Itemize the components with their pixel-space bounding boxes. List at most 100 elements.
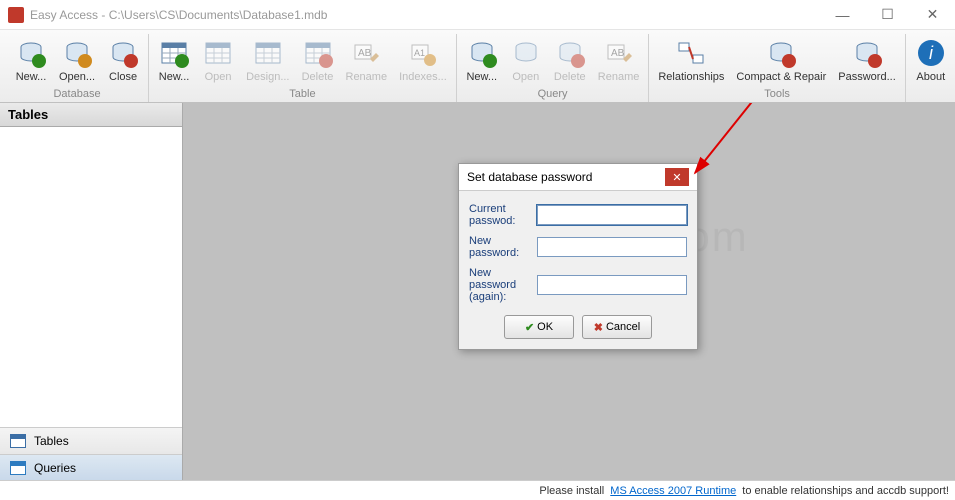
ok-button[interactable]: ✔OK	[504, 315, 574, 339]
content-area: anxz.com Set database password ✕ Current…	[183, 103, 955, 481]
ribbon-button-label: Relationships	[658, 71, 724, 83]
status-prefix: Please install	[539, 485, 604, 497]
cross-icon: ✖	[594, 321, 603, 334]
current-password-label: Current passwod:	[469, 203, 537, 227]
tool-compact-button[interactable]: 2 32"> Compact & Repair	[731, 34, 831, 86]
sidebar-header: Tables	[0, 103, 182, 127]
current-password-input[interactable]	[537, 205, 687, 225]
ribbon-button-label: Password...	[838, 71, 895, 83]
tool-password-button[interactable]: 2 32"> Password...	[833, 34, 900, 86]
db-open-icon: 2 32">	[61, 37, 93, 69]
tbl-open-button: Open	[197, 34, 239, 86]
ribbon-button-label: Design...	[246, 71, 289, 83]
app-icon	[8, 7, 24, 23]
tbl-new-icon: 2 32">	[158, 37, 190, 69]
table-icon	[10, 434, 26, 448]
tool-rel-button[interactable]: Relationships	[653, 34, 729, 86]
qry-delete-icon: 2 32">	[554, 37, 586, 69]
tbl-design-button: Design...	[241, 34, 294, 86]
ribbon-group-label: Database	[53, 88, 100, 100]
tbl-rename-icon: AB	[350, 37, 382, 69]
ribbon-button-label: Open...	[59, 71, 95, 83]
sidebar-tab-queries[interactable]: Queries	[0, 454, 182, 481]
tbl-delete-button: 2 32"> Delete	[297, 34, 339, 86]
ribbon-button-label: New...	[16, 71, 47, 83]
db-close-icon: 2 32">	[107, 37, 139, 69]
qry-delete-button: 2 32"> Delete	[549, 34, 591, 86]
ribbon-group-database: 2 32"> New... 2 32"> Open... 2 32"> Close Data…	[6, 34, 149, 102]
tbl-indexes-button: A1 Indexes...	[394, 34, 452, 86]
sidebar-tabs: Tables Queries	[0, 427, 182, 481]
db-open-button[interactable]: 2 32"> Open...	[54, 34, 100, 86]
about-icon: i	[915, 37, 947, 69]
sidebar-tab-label: Queries	[34, 461, 76, 475]
ribbon-button-label: Delete	[554, 71, 586, 83]
query-icon	[10, 461, 26, 475]
qry-open-button: Open	[505, 34, 547, 86]
db-new-button[interactable]: 2 32"> New...	[10, 34, 52, 86]
qry-open-icon	[510, 37, 542, 69]
again-password-label: New password (again):	[469, 267, 537, 303]
help-about-button[interactable]: i About	[910, 34, 952, 86]
sidebar-tab-label: Tables	[34, 434, 69, 448]
db-close-button[interactable]: 2 32"> Close	[102, 34, 144, 86]
ribbon-button-label: Indexes...	[399, 71, 447, 83]
qry-new-button[interactable]: 2 32"> New...	[461, 34, 503, 86]
ribbon-button-label: Rename	[598, 71, 640, 83]
tbl-indexes-icon: A1	[407, 37, 439, 69]
minimize-button[interactable]: —	[820, 0, 865, 30]
check-icon: ✔	[525, 321, 534, 334]
dialog-body: Current passwod: New password: New passw…	[459, 191, 697, 349]
sidebar: Tables Tables Queries	[0, 103, 183, 481]
ribbon-group-query: 2 32"> New... Open 2 32"> Delete AB Rename Quer…	[457, 34, 650, 102]
qry-new-icon: 2 32">	[466, 37, 498, 69]
tbl-delete-icon: 2 32">	[302, 37, 334, 69]
status-suffix: to enable relationships and accdb suppor…	[742, 485, 949, 497]
again-password-input[interactable]	[537, 275, 687, 295]
password-icon: 2 32">	[851, 37, 883, 69]
password-dialog: Set database password ✕ Current passwod:…	[458, 163, 698, 350]
cancel-button[interactable]: ✖Cancel	[582, 315, 652, 339]
ribbon-group-table: 2 32"> New... Open Design... 2 32"> Delete AB R…	[149, 34, 457, 102]
ribbon-button-label: Rename	[346, 71, 388, 83]
window-controls: — ☐ ✕	[820, 0, 955, 30]
new-password-input[interactable]	[537, 237, 687, 257]
close-window-button[interactable]: ✕	[910, 0, 955, 30]
sidebar-tab-tables[interactable]: Tables	[0, 427, 182, 454]
ribbon-group-label: Query	[538, 88, 568, 100]
titlebar: Easy Access - C:\Users\CS\Documents\Data…	[0, 0, 955, 30]
dialog-close-button[interactable]: ✕	[665, 168, 689, 186]
window-title: Easy Access - C:\Users\CS\Documents\Data…	[30, 8, 327, 22]
rel-icon	[675, 37, 707, 69]
maximize-button[interactable]: ☐	[865, 0, 910, 30]
tbl-rename-button: AB Rename	[341, 34, 393, 86]
tbl-open-icon	[202, 37, 234, 69]
svg-text:AB: AB	[358, 48, 372, 59]
ribbon-button-label: Open	[512, 71, 539, 83]
statusbar: Please install MS Access 2007 Runtime to…	[0, 480, 955, 500]
ribbon-button-label: About	[916, 71, 945, 83]
ribbon-group-label: Table	[289, 88, 315, 100]
svg-text:A1: A1	[414, 48, 425, 58]
ribbon-button-label: Delete	[302, 71, 334, 83]
svg-text:AB: AB	[611, 48, 625, 59]
ribbon-group-help: iAboutYouTubeDemonstration	[906, 34, 955, 102]
tbl-design-icon	[252, 37, 284, 69]
ribbon-button-label: New...	[466, 71, 497, 83]
qry-rename-button: AB Rename	[593, 34, 645, 86]
ribbon-group-tools: Relationships2 32">Compact & Repair2 32"…	[649, 34, 905, 102]
ribbon-group-label: Tools	[764, 88, 790, 100]
new-password-label: New password:	[469, 235, 537, 259]
sidebar-body	[0, 127, 182, 427]
ribbon-toolbar: 2 32"> New... 2 32"> Open... 2 32"> Close Data…	[0, 30, 955, 103]
ribbon-button-label: New...	[159, 71, 190, 83]
ribbon-button-label: Open	[205, 71, 232, 83]
dialog-titlebar: Set database password ✕	[459, 164, 697, 191]
db-new-icon: 2 32">	[15, 37, 47, 69]
status-link[interactable]: MS Access 2007 Runtime	[610, 485, 736, 497]
tbl-new-button[interactable]: 2 32"> New...	[153, 34, 195, 86]
ribbon-button-label: Compact & Repair	[736, 71, 826, 83]
qry-rename-icon: AB	[603, 37, 635, 69]
compact-icon: 2 32">	[765, 37, 797, 69]
ribbon-button-label: Close	[109, 71, 137, 83]
